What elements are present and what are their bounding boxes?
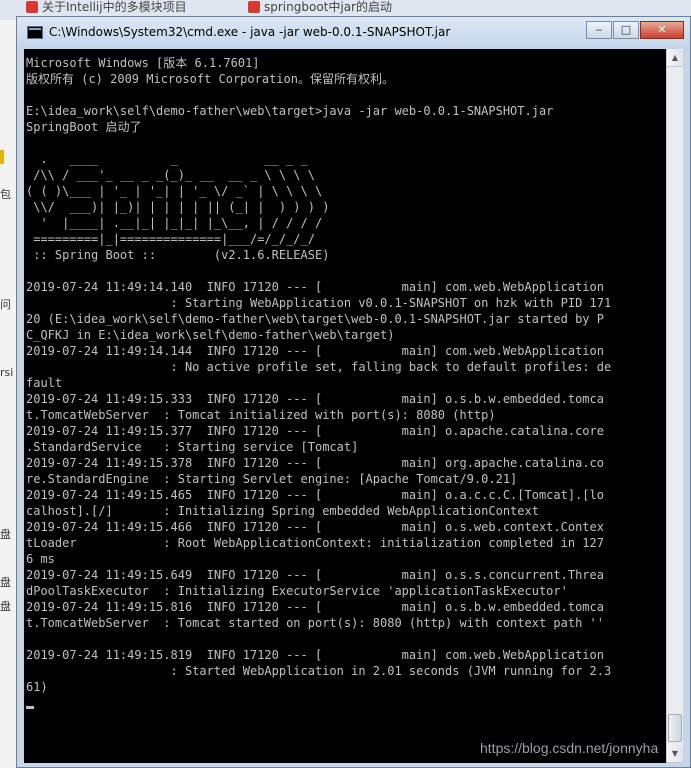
scroll-down-icon[interactable]: ▼ xyxy=(667,745,683,763)
background-highlight xyxy=(0,150,4,164)
console-line: calhost].[/] : Initializing Spring embed… xyxy=(26,504,539,518)
console-line: 版权所有 (c) 2009 Microsoft Corporation。保留所有… xyxy=(26,72,394,86)
background-text-fragment: 包 xyxy=(0,188,11,201)
scroll-up-icon[interactable]: ▲ xyxy=(667,49,683,67)
console-line: 2019-07-24 11:49:15.649 INFO 17120 --- [… xyxy=(26,568,604,582)
background-text-fragment: 盘 xyxy=(0,576,11,589)
scrollbar-thumb[interactable] xyxy=(668,714,682,742)
console-line: re.StandardEngine : Starting Servlet eng… xyxy=(26,472,518,486)
console-line: 2019-07-24 11:49:15.333 INFO 17120 --- [… xyxy=(26,392,604,406)
vertical-scrollbar[interactable]: ▲ ▼ xyxy=(666,49,683,763)
console-line: : No active profile set, falling back to… xyxy=(26,360,612,374)
console-line: Microsoft Windows [版本 6.1.7601] xyxy=(26,56,260,70)
console-line: : Started WebApplication in 2.01 seconds… xyxy=(26,664,612,678)
console-cursor-line xyxy=(26,695,611,711)
background-text-fragment: 盘 xyxy=(0,528,11,541)
console-line: 20 (E:\idea_work\self\demo-father\web\ta… xyxy=(26,312,604,326)
maximize-button[interactable]: □ xyxy=(613,21,639,39)
window-controls: ‒ □ ✕ xyxy=(585,21,684,41)
console-line: tLoader : Root WebApplicationContext: in… xyxy=(26,536,604,550)
console-line: 2019-07-24 11:49:15.378 INFO 17120 --- [… xyxy=(26,456,604,470)
console-line: .StandardService : Starting service [Tom… xyxy=(26,440,359,454)
minimize-button[interactable]: ‒ xyxy=(586,21,612,39)
window-titlebar[interactable]: C:\Windows\System32\cmd.exe - java -jar … xyxy=(17,17,690,49)
console-line: 6 ms xyxy=(26,552,55,566)
background-text-fragment: 盘 xyxy=(0,600,11,613)
console-line: . ____ _ __ _ _ xyxy=(26,152,308,166)
console-line: t.TomcatWebServer : Tomcat initialized w… xyxy=(26,408,496,422)
console-line: C_QFKJ in E:\idea_work\self\demo-father\… xyxy=(26,328,395,342)
console-line: ( ( )\___ | '_ | '_| | '_ \/ _` | \ \ \ … xyxy=(26,184,323,198)
console-line: 2019-07-24 11:49:15.377 INFO 17120 --- [… xyxy=(26,424,604,438)
console-line: 61) xyxy=(26,680,48,694)
console-line: E:\idea_work\self\demo-father\web\target… xyxy=(26,104,554,118)
console-line: =========|_|==============|___/=/_/_/_/ xyxy=(26,232,315,246)
console-line: /\\ / ___'_ __ _ _(_)_ __ __ _ \ \ \ \ xyxy=(26,168,315,182)
console-line: SpringBoot 启动了 xyxy=(26,120,142,134)
background-text-fragment: 问 xyxy=(0,298,11,311)
window-title: C:\Windows\System32\cmd.exe - java -jar … xyxy=(49,25,451,39)
console-line: fault xyxy=(26,376,63,390)
console-line: 2019-07-24 11:49:15.466 INFO 17120 --- [… xyxy=(26,520,604,534)
console-line: 2019-07-24 11:49:14.140 INFO 17120 --- [… xyxy=(26,280,604,294)
cmd-app-icon[interactable] xyxy=(27,26,43,39)
console-line: ' |____| .__|_| |_|_| |_\__, | / / / / xyxy=(26,216,323,230)
tab-favicon-icon xyxy=(26,1,38,13)
cmd-window[interactable]: C:\Windows\System32\cmd.exe - java -jar … xyxy=(16,16,691,768)
console-line: 2019-07-24 11:49:15.816 INFO 17120 --- [… xyxy=(26,600,604,614)
console-output[interactable]: Microsoft Windows [版本 6.1.7601] 版权所有 (c) … xyxy=(24,49,666,763)
console-line: : Starting WebApplication v0.0.1-SNAPSHO… xyxy=(26,296,612,310)
console-line: 2019-07-24 11:49:15.819 INFO 17120 --- [… xyxy=(26,648,604,662)
watermark: https://blog.csdn.net/jonnyha xyxy=(480,740,659,756)
console-line: \\/ ___)| |_)| | | | | || (_| | ) ) ) ) xyxy=(26,200,330,214)
console-line: 2019-07-24 11:49:15.465 INFO 17120 --- [… xyxy=(26,488,604,502)
text-cursor xyxy=(26,706,34,709)
background-text-fragment: rsi xyxy=(0,366,14,379)
console-line: dPoolTaskExecutor : Initializing Executo… xyxy=(26,584,568,598)
console-line: 2019-07-24 11:49:14.144 INFO 17120 --- [… xyxy=(26,344,604,358)
console-lines: Microsoft Windows [版本 6.1.7601] 版权所有 (c) … xyxy=(26,55,611,711)
close-button[interactable]: ✕ xyxy=(640,21,684,39)
console-line: :: Spring Boot :: (v2.1.6.RELEASE) xyxy=(26,248,330,262)
tab-favicon-icon xyxy=(248,1,260,13)
console-line: t.TomcatWebServer : Tomcat started on po… xyxy=(26,616,604,630)
